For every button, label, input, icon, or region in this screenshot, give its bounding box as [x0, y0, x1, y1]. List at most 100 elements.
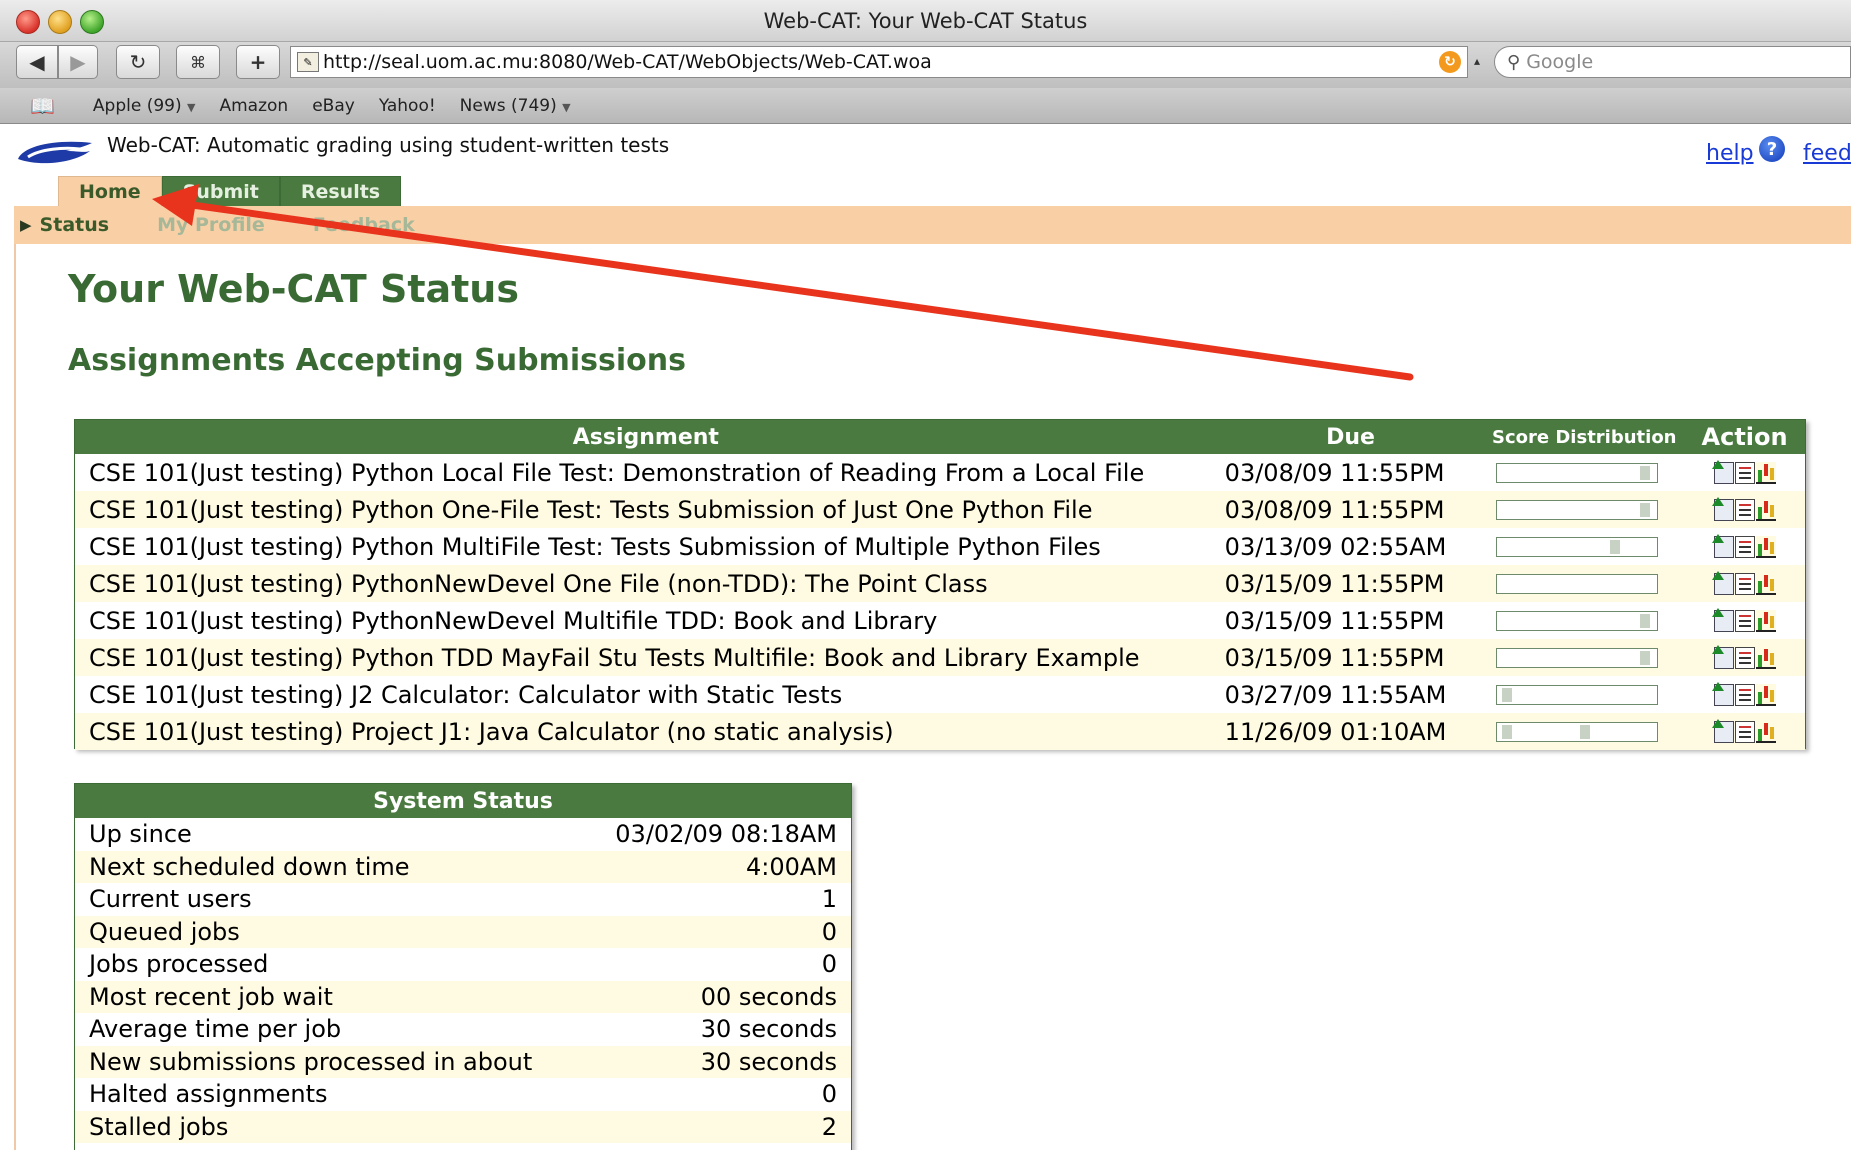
- site-tagline: Web-CAT: Automatic grading using student…: [107, 133, 670, 157]
- upload-submission-icon[interactable]: [1711, 533, 1734, 558]
- report-icon[interactable]: [1734, 498, 1755, 521]
- subnav-status[interactable]: Status: [40, 214, 110, 236]
- url-dropdown-icon[interactable]: ▴: [1474, 54, 1480, 68]
- dropdown-arrow-icon: ▼: [187, 100, 196, 114]
- assignment-due-date: 03/15/09 11:55PM: [1224, 569, 1445, 598]
- score-distribution[interactable]: [1484, 499, 1684, 520]
- upload-submission-icon[interactable]: [1711, 718, 1734, 743]
- column-header-due[interactable]: Due: [1217, 425, 1485, 450]
- upload-submission-icon[interactable]: [1711, 644, 1734, 669]
- score-marker: [1640, 650, 1651, 665]
- report-icon[interactable]: [1734, 609, 1755, 632]
- tab-submit[interactable]: Submit: [161, 176, 280, 206]
- table-row: CSE 101(Just testing) PythonNewDevel Mul…: [75, 602, 1805, 639]
- report-icon[interactable]: [1734, 683, 1755, 706]
- feedback-link[interactable]: feed: [1803, 141, 1851, 166]
- score-distribution-bar: [1496, 610, 1659, 631]
- bookmark-amazon[interactable]: Amazon: [219, 96, 288, 116]
- score-distribution-bar: [1496, 462, 1659, 483]
- status-row: New submissions processed in about 30 sec…: [75, 1045, 851, 1078]
- assignment-name: CSE 101(Just testing) PythonNewDevel Mul…: [89, 606, 938, 635]
- status-row: Current users 1: [75, 883, 851, 916]
- tab-results[interactable]: Results: [279, 176, 402, 206]
- upload-submission-icon[interactable]: [1711, 681, 1734, 706]
- page-content: Web-CAT: Automatic grading using student…: [0, 125, 1851, 1150]
- back-arrow-icon: ◀: [29, 50, 45, 74]
- status-value: 00 seconds: [700, 982, 837, 1011]
- snapback-button[interactable]: ⌘: [176, 45, 220, 79]
- report-icon[interactable]: [1734, 720, 1755, 743]
- status-row: Stalled jobs 2: [75, 1110, 851, 1143]
- report-icon[interactable]: [1734, 572, 1755, 595]
- current-page-marker-icon: ▶: [20, 216, 32, 234]
- score-distribution[interactable]: [1484, 684, 1684, 705]
- section-title: Assignments Accepting Submissions: [68, 343, 686, 378]
- url-text[interactable]: http://seal.uom.ac.mu:8080/Web-CAT/WebOb…: [323, 51, 1439, 73]
- assignment-due-date: 03/27/09 11:55AM: [1224, 680, 1447, 709]
- subnav-feedback[interactable]: Feedback: [313, 214, 415, 236]
- bookmark-news[interactable]: News (749) ▼: [460, 96, 571, 116]
- score-distribution[interactable]: [1484, 610, 1684, 631]
- score-chart-icon[interactable]: [1755, 461, 1776, 484]
- reload-button[interactable]: ↻: [116, 45, 160, 79]
- assignment-due-date: 03/08/09 11:55PM: [1224, 495, 1445, 524]
- upload-submission-icon[interactable]: [1711, 607, 1734, 632]
- score-distribution-bar: [1496, 684, 1659, 705]
- status-label: Stalled jobs: [89, 1112, 229, 1141]
- assignment-due-date: 03/15/09 11:55PM: [1224, 606, 1445, 635]
- score-distribution[interactable]: [1484, 536, 1684, 557]
- score-chart-icon[interactable]: [1755, 609, 1776, 632]
- window-titlebar: Web-CAT: Your Web-CAT Status: [0, 0, 1851, 42]
- site-favicon-icon: ✎: [297, 52, 319, 72]
- assignment-due-date: 11/26/09 01:10AM: [1224, 717, 1447, 746]
- score-chart-icon[interactable]: [1755, 683, 1776, 706]
- report-icon[interactable]: [1734, 646, 1755, 669]
- add-bookmark-button[interactable]: +: [236, 45, 280, 79]
- subnav-my-profile[interactable]: My Profile: [157, 214, 265, 236]
- score-distribution-bar: [1496, 536, 1659, 557]
- address-bar[interactable]: ✎ http://seal.uom.ac.mu:8080/Web-CAT/Web…: [290, 46, 1468, 78]
- forward-button[interactable]: ▶: [58, 45, 98, 79]
- web-cat-logo[interactable]: [14, 137, 96, 167]
- bookmark-apple[interactable]: Apple (99) ▼: [93, 96, 196, 116]
- upload-submission-icon[interactable]: [1711, 496, 1734, 521]
- score-chart-icon[interactable]: [1755, 498, 1776, 521]
- help-link[interactable]: help: [1706, 141, 1754, 166]
- action-cell: [1684, 570, 1805, 595]
- score-chart-icon[interactable]: [1755, 720, 1776, 743]
- bookmark-yahoo[interactable]: Yahoo!: [379, 96, 436, 116]
- upload-submission-icon[interactable]: [1711, 570, 1734, 595]
- column-header-assignment[interactable]: Assignment: [75, 425, 1217, 450]
- help-question-icon[interactable]: ?: [1759, 136, 1785, 162]
- dropdown-arrow-icon: ▼: [562, 100, 571, 114]
- bookmark-label: Yahoo!: [378, 95, 436, 116]
- score-chart-icon[interactable]: [1755, 535, 1776, 558]
- action-cell: [1684, 644, 1805, 669]
- score-distribution[interactable]: [1484, 647, 1684, 668]
- report-icon[interactable]: [1734, 535, 1755, 558]
- score-chart-icon[interactable]: [1755, 646, 1776, 669]
- tab-home[interactable]: Home: [58, 176, 162, 206]
- plus-icon: +: [249, 50, 267, 74]
- assignment-name: CSE 101(Just testing) Python TDD MayFail…: [89, 643, 1140, 672]
- reload-icon: ↻: [129, 50, 147, 74]
- bookmarks-book-icon[interactable]: 📖: [30, 94, 55, 118]
- score-distribution[interactable]: [1484, 462, 1684, 483]
- bookmark-ebay[interactable]: eBay: [312, 96, 355, 116]
- status-value: 0: [821, 950, 837, 979]
- score-marker: [1640, 465, 1651, 480]
- score-distribution[interactable]: [1484, 721, 1684, 742]
- rss-icon[interactable]: ↻: [1439, 51, 1461, 73]
- status-row: Queued jobs 0: [75, 915, 851, 948]
- left-border: [14, 240, 16, 1150]
- bookmarks-bar: 📖 Apple (99) ▼ Amazon eBay Yahoo! News (…: [0, 88, 1851, 124]
- score-chart-icon[interactable]: [1755, 572, 1776, 595]
- forward-arrow-icon: ▶: [70, 50, 86, 74]
- score-distribution[interactable]: [1484, 573, 1684, 594]
- report-icon[interactable]: [1734, 461, 1755, 484]
- table-row: CSE 101(Just testing) Python MultiFile T…: [75, 528, 1805, 565]
- back-button[interactable]: ◀: [16, 45, 58, 79]
- status-value: 30 seconds: [700, 1047, 837, 1076]
- search-field[interactable]: ⚲ Google: [1494, 46, 1851, 78]
- upload-submission-icon[interactable]: [1711, 459, 1734, 484]
